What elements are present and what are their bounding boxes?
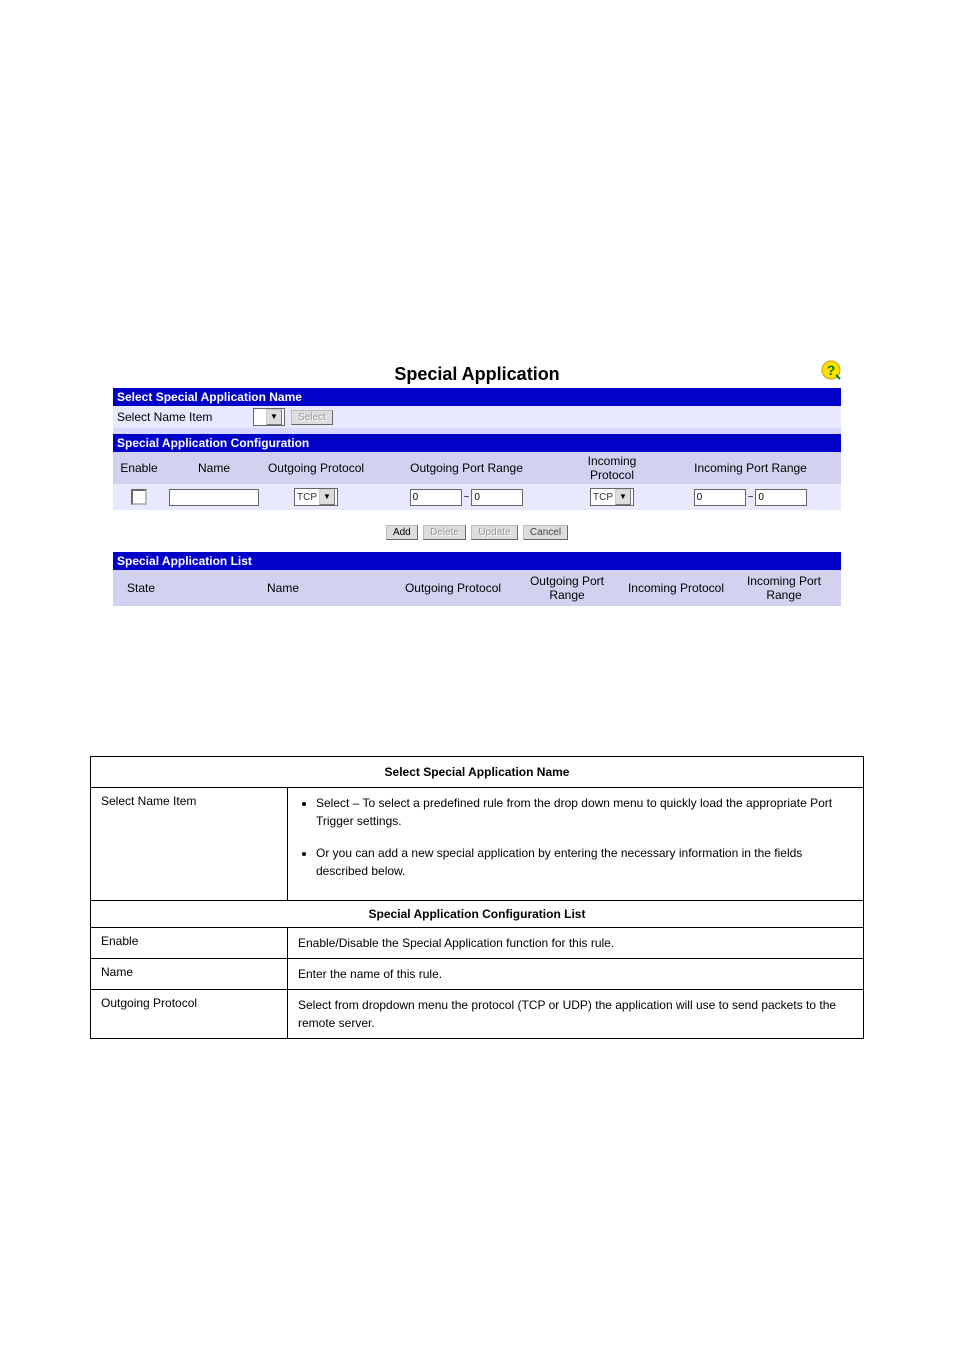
col-enable-header: Enable bbox=[113, 452, 165, 484]
section-bar-list: Special Application List bbox=[113, 552, 841, 570]
section-bar-config: Special Application Configuration bbox=[113, 434, 841, 452]
desc-sub-header: Special Application Configuration List bbox=[91, 901, 864, 928]
update-button[interactable]: Update bbox=[471, 525, 517, 540]
desc-top-header: Select Special Application Name bbox=[91, 757, 864, 788]
enable-checkbox[interactable] bbox=[131, 489, 147, 505]
help-icon[interactable]: ? bbox=[821, 360, 841, 380]
list-col-in-range: Incoming Port Range bbox=[727, 570, 841, 606]
desc-name-body: Enter the name of this rule. bbox=[288, 959, 864, 990]
col-out-range-header: Outgoing Port Range bbox=[369, 452, 564, 484]
list-col-out-range: Outgoing Port Range bbox=[509, 570, 625, 606]
list-col-in-proto: Incoming Protocol bbox=[625, 570, 727, 606]
desc-select-name-body: Select – To select a predefined rule fro… bbox=[288, 788, 864, 901]
name-input[interactable] bbox=[169, 489, 259, 506]
description-table: Select Special Application Name Select N… bbox=[90, 756, 864, 1039]
out-port-to-input[interactable] bbox=[471, 489, 523, 506]
chevron-down-icon: ▼ bbox=[319, 489, 335, 505]
select-button[interactable]: Select bbox=[291, 410, 333, 425]
chevron-down-icon: ▼ bbox=[615, 489, 631, 505]
desc-name-label: Name bbox=[91, 959, 288, 990]
in-port-from-input[interactable] bbox=[694, 489, 746, 506]
list-col-out-proto: Outgoing Protocol bbox=[397, 570, 509, 606]
list-col-name: Name bbox=[169, 570, 397, 606]
svg-text:?: ? bbox=[827, 362, 836, 378]
in-proto-dropdown[interactable]: TCP ▼ bbox=[590, 488, 634, 506]
chevron-down-icon: ▼ bbox=[266, 409, 282, 425]
list-col-state: State bbox=[113, 570, 169, 606]
add-button[interactable]: Add bbox=[386, 525, 418, 540]
list-header-row: State Name Outgoing Protocol Outgoing Po… bbox=[113, 570, 841, 606]
desc-select-name-label: Select Name Item bbox=[91, 788, 288, 901]
desc-bullet-or: Or you can add a new special application… bbox=[316, 844, 853, 880]
out-port-from-input[interactable] bbox=[410, 489, 462, 506]
col-out-proto-header: Outgoing Protocol bbox=[263, 452, 369, 484]
config-input-row: TCP ▼ ~ TCP ▼ ~ bbox=[113, 484, 841, 510]
out-proto-dropdown[interactable]: TCP ▼ bbox=[294, 488, 338, 506]
desc-outproto-label: Outgoing Protocol bbox=[91, 990, 288, 1039]
col-in-range-header: Incoming Port Range bbox=[660, 452, 841, 484]
tilde-label: ~ bbox=[464, 492, 470, 503]
page-title: Special Application bbox=[113, 360, 841, 393]
tilde-label: ~ bbox=[748, 492, 754, 503]
button-row: Add Delete Update Cancel bbox=[113, 510, 841, 552]
col-name-header: Name bbox=[165, 452, 263, 484]
desc-bullet-select: Select – To select a predefined rule fro… bbox=[316, 794, 853, 830]
desc-outproto-body: Select from dropdown menu the protocol (… bbox=[288, 990, 864, 1039]
config-header-row: Enable Name Outgoing Protocol Outgoing P… bbox=[113, 452, 841, 484]
select-name-label: Select Name Item bbox=[117, 410, 247, 424]
desc-enable-body: Enable/Disable the Special Application f… bbox=[288, 928, 864, 959]
delete-button[interactable]: Delete bbox=[423, 525, 466, 540]
col-in-proto-header: Incoming Protocol bbox=[564, 452, 660, 484]
in-port-to-input[interactable] bbox=[755, 489, 807, 506]
screenshot-panel: Special Application ? Select Special App… bbox=[113, 360, 841, 606]
name-item-dropdown[interactable]: ▼ bbox=[253, 408, 285, 426]
desc-enable-label: Enable bbox=[91, 928, 288, 959]
cancel-button[interactable]: Cancel bbox=[523, 525, 568, 540]
